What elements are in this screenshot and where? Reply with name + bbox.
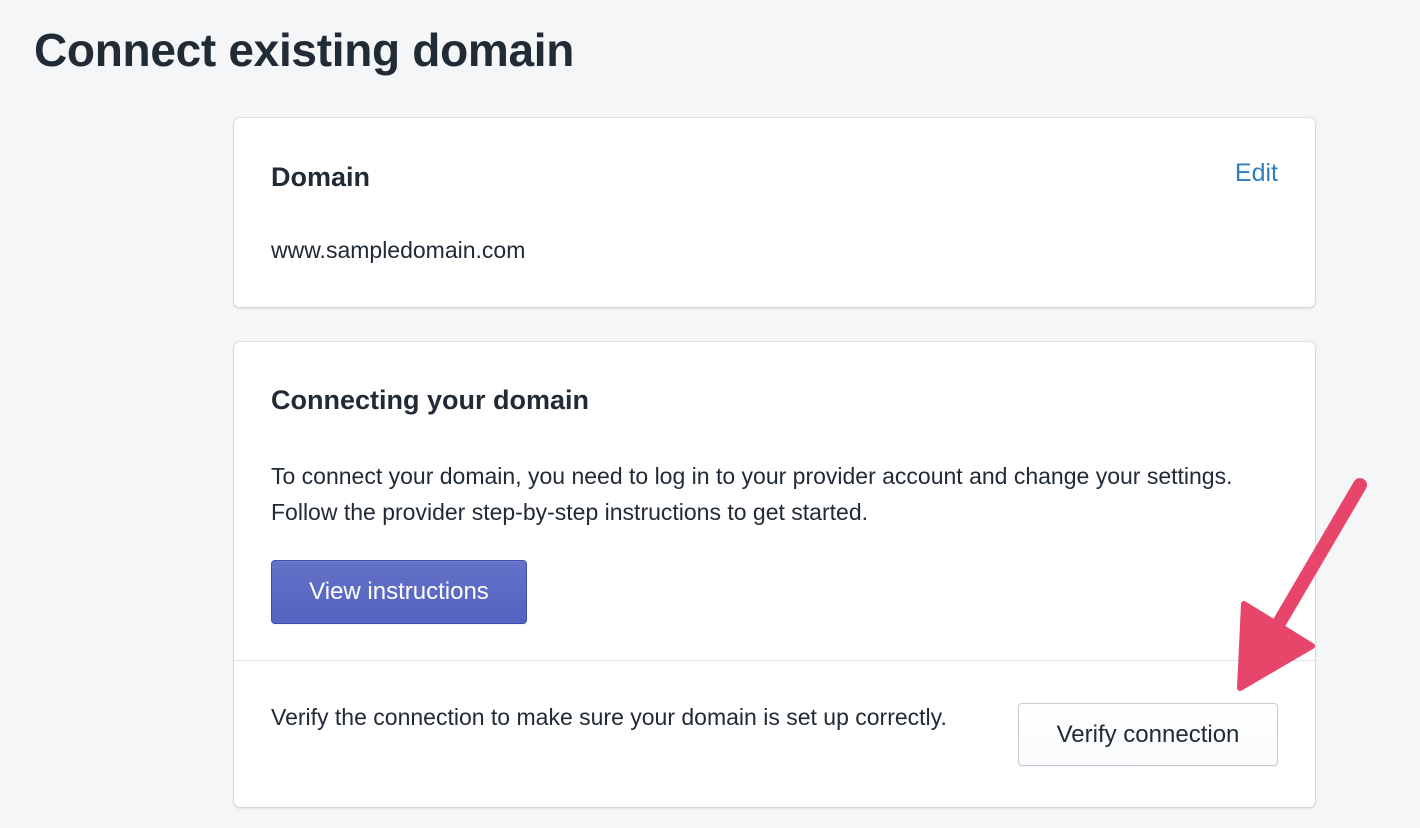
page-title: Connect existing domain	[34, 24, 575, 76]
arrow-pointer-icon	[1237, 478, 1367, 691]
domain-value: www.sampledomain.com	[271, 237, 526, 263]
verify-connection-button[interactable]: Verify connection	[1018, 703, 1278, 766]
verify-description: Verify the connection to make sure your …	[271, 704, 947, 730]
edit-domain-link[interactable]: Edit	[1235, 156, 1278, 190]
domain-card: Domain Edit www.sampledomain.com	[234, 118, 1315, 307]
view-instructions-button[interactable]: View instructions	[271, 560, 527, 624]
connect-domain-card: Connecting your domain To connect your d…	[234, 342, 1315, 807]
connect-description: To connect your domain, you need to log …	[271, 463, 1233, 525]
domain-card-title: Domain	[271, 162, 371, 192]
section-divider	[234, 660, 1315, 661]
connect-card-title: Connecting your domain	[271, 385, 590, 415]
